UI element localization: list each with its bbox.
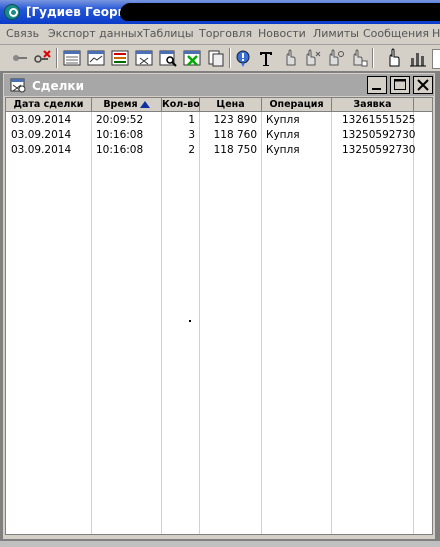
column-header-time[interactable]: Время (92, 98, 162, 112)
connect-icon[interactable] (10, 48, 30, 68)
cell-date: 03.09.2014 (11, 129, 72, 141)
maximize-icon (394, 79, 406, 90)
toolbar (0, 45, 440, 72)
menu-more[interactable]: Н (432, 27, 440, 40)
close-button[interactable] (413, 76, 433, 94)
cancel-order-icon[interactable] (182, 48, 202, 68)
cell-date: 03.09.2014 (11, 114, 72, 126)
cell-order: 13250592730 (342, 129, 416, 141)
cell-time: 10:16:08 (96, 129, 144, 141)
menu-news[interactable]: Новости (258, 27, 306, 40)
column-header-operation-label: Операция (269, 99, 324, 110)
cell-operation: Купля (266, 129, 300, 141)
close-icon (417, 79, 429, 91)
column-header-price-label: Цена (216, 99, 245, 110)
column-header-order[interactable]: Заявка (332, 98, 414, 112)
maximize-button[interactable] (390, 76, 410, 94)
hand-icon[interactable] (325, 48, 345, 68)
cell-operation: Купля (266, 114, 300, 126)
cell-order: 13261551525 (342, 114, 416, 126)
menu-trading[interactable]: Торговля (199, 27, 252, 40)
stray-pixel (189, 320, 191, 322)
menu-messages[interactable]: Сообщения (363, 27, 429, 40)
toolbar-separator (56, 48, 58, 68)
minimize-icon (372, 88, 381, 90)
cell-price: 123 890 (213, 114, 257, 126)
cell-qty: 2 (188, 144, 195, 156)
toolbar-input-edge[interactable] (432, 49, 440, 69)
sort-ascending-icon (139, 101, 150, 108)
hand-buy-icon[interactable] (280, 48, 300, 68)
column-header-date[interactable]: Дата сделки (6, 98, 92, 112)
column-divider (91, 112, 92, 534)
app-title-bar: [Гудиев Георгий (0, 0, 440, 24)
trades-table[interactable]: Дата сделки Время Кол-во Цена Операция З… (5, 97, 433, 535)
trades-window-title: Сделки (32, 79, 84, 93)
column-header-operation[interactable]: Операция (262, 98, 332, 112)
column-header-time-label: Время (103, 99, 138, 110)
column-header-filler (414, 98, 432, 112)
column-header-price[interactable]: Цена (200, 98, 262, 112)
column-header-qty[interactable]: Кол-во (162, 98, 200, 112)
cell-time: 10:16:08 (96, 144, 144, 156)
bar-chart-icon[interactable] (408, 48, 428, 68)
text-icon[interactable] (256, 48, 276, 68)
menu-bar: Связь Экспорт данных Таблицы Торговля Но… (0, 24, 440, 45)
copy-icon[interactable] (206, 48, 226, 68)
order-icon[interactable] (134, 48, 154, 68)
column-divider (331, 112, 332, 534)
minimize-button[interactable] (367, 76, 387, 94)
toolbar-separator (229, 48, 231, 68)
find-icon[interactable] (158, 48, 178, 68)
hand-sell-icon[interactable] (302, 48, 322, 68)
cell-price: 118 760 (213, 129, 257, 141)
menu-svyaz[interactable]: Связь (6, 27, 39, 40)
cell-order: 13250592730 (342, 144, 416, 156)
table-icon[interactable] (62, 48, 82, 68)
column-header-qty-label: Кол-во (162, 99, 200, 110)
toolbar-separator (372, 48, 374, 68)
cell-date: 03.09.2014 (11, 144, 72, 156)
column-header-order-label: Заявка (353, 99, 392, 110)
trades-window-title-bar[interactable]: Сделки (4, 74, 434, 96)
column-divider (261, 112, 262, 534)
cell-qty: 1 (188, 114, 195, 126)
trades-window-icon (10, 78, 26, 93)
chart-icon[interactable] (86, 48, 106, 68)
column-divider (161, 112, 162, 534)
alert-icon[interactable] (233, 48, 253, 68)
cell-operation: Купля (266, 144, 300, 156)
list-icon[interactable] (110, 48, 130, 68)
redacted-area (118, 3, 440, 21)
column-divider (199, 112, 200, 534)
menu-export[interactable]: Экспорт данных (48, 27, 143, 40)
hand-point-icon[interactable] (384, 48, 404, 68)
cell-qty: 3 (188, 129, 195, 141)
hand-stop-icon[interactable] (348, 48, 368, 68)
column-divider (413, 112, 414, 534)
menu-tables[interactable]: Таблицы (143, 27, 194, 40)
cell-price: 118 750 (213, 144, 257, 156)
quik-app-icon (4, 4, 20, 20)
disconnect-icon[interactable] (32, 48, 52, 68)
menu-limits[interactable]: Лимиты (313, 27, 359, 40)
cell-time: 20:09:52 (96, 114, 144, 126)
column-header-date-label: Дата сделки (13, 99, 84, 110)
